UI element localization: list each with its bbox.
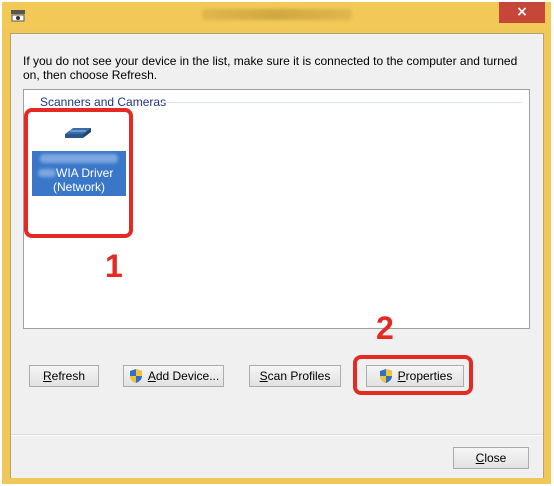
- dialog-footer: Close: [11, 434, 543, 478]
- dialog-body: If you do not see your device in the lis…: [10, 33, 544, 478]
- close-icon: ×: [516, 4, 528, 20]
- add-device-button[interactable]: Add Device...: [123, 365, 224, 387]
- device-highlight-box: [24, 108, 133, 238]
- scan-profiles-button-label: Scan Profiles: [259, 369, 331, 383]
- group-divider: [162, 102, 522, 103]
- scan-profiles-button[interactable]: Scan Profiles: [249, 365, 341, 387]
- scan-device-dialog: × If you do not see your device in the l…: [2, 2, 551, 484]
- window-title: [202, 9, 352, 20]
- scanner-app-icon: [11, 10, 25, 22]
- group-header: Scanners and Cameras: [40, 95, 167, 109]
- uac-shield-icon: [129, 369, 142, 383]
- close-button[interactable]: Close: [453, 447, 529, 469]
- properties-highlight-box: [353, 355, 473, 395]
- title-close-button[interactable]: ×: [499, 2, 545, 23]
- close-button-label: Close: [475, 451, 507, 465]
- refresh-button-label: Refresh: [42, 369, 86, 383]
- footer-divider: [11, 435, 543, 436]
- title-bar[interactable]: ×: [2, 2, 551, 29]
- callout-number-2: 2: [376, 310, 394, 346]
- instruction-text: If you do not see your device in the lis…: [23, 54, 518, 82]
- callout-number-1: 1: [105, 248, 123, 284]
- add-device-button-label: Add Device...: [147, 369, 220, 383]
- refresh-button[interactable]: Refresh: [29, 365, 99, 387]
